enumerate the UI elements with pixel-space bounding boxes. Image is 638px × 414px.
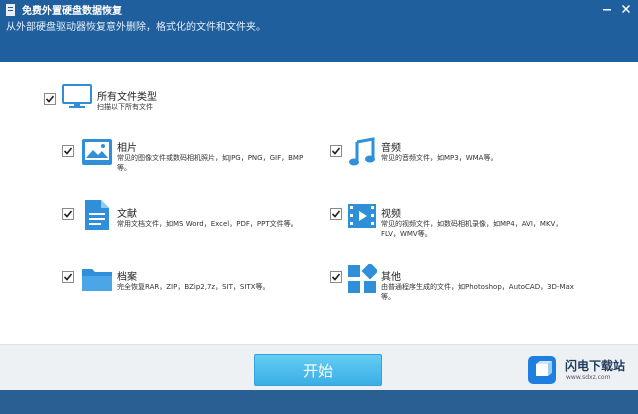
photos-desc: 常见的图像文件或数码相机照片，如JPG，PNG，GIF，BMP等。 — [117, 154, 304, 172]
close-icon — [621, 4, 631, 14]
photos-title: 相片 — [117, 143, 137, 154]
title-bar: 免费外置硬盘数据恢复 从外部硬盘驱动器恢复意外删除，格式化的文件和文件夹。 — [0, 0, 638, 62]
archives-desc: 完全恢复RAR，ZIP，BZip2,7z，SIT，SITX等。 — [117, 283, 270, 291]
documents-title: 文献 — [117, 209, 137, 220]
photos-checkbox[interactable] — [62, 145, 74, 157]
checkmark-icon — [331, 147, 341, 155]
checkmark-icon — [63, 210, 73, 218]
all-types-title: 所有文件类型 — [97, 92, 157, 103]
all-types-desc: 扫描以下所有文件 — [97, 103, 153, 111]
documents-checkbox[interactable] — [62, 208, 74, 220]
app-icon — [6, 4, 15, 16]
monitor-icon — [62, 84, 92, 108]
minimize-button[interactable] — [600, 3, 614, 15]
all-types-checkbox[interactable] — [44, 93, 56, 105]
others-desc: 由普通程序生成的文件，如Photoshop，AutoCAD，3D-Max等。 — [381, 283, 574, 301]
audio-title: 音频 — [381, 143, 401, 154]
minimize-icon — [603, 9, 611, 11]
audio-desc: 常见的音频文件，如MP3，WMA等。 — [381, 154, 498, 162]
watermark-url: www.sdxz.com — [566, 374, 611, 381]
bottom-strip — [0, 390, 638, 414]
others-title: 其他 — [381, 272, 401, 283]
start-button[interactable]: 开始 — [254, 354, 382, 386]
checkmark-icon — [45, 95, 55, 103]
app-title: 免费外置硬盘数据恢复 — [22, 6, 122, 17]
folder-icon — [82, 269, 112, 291]
document-icon — [85, 200, 109, 230]
archives-checkbox[interactable] — [62, 271, 74, 283]
checkmark-icon — [331, 210, 341, 218]
photo-icon — [82, 139, 112, 165]
checkmark-icon — [331, 273, 341, 281]
watermark-name: 闪电下载站 — [565, 359, 626, 373]
video-desc: 常见的视频文件，如数码相机录像，如MP4，AVI，MKV，FLV，WMV等。 — [381, 220, 563, 238]
film-icon — [348, 204, 376, 228]
checkmark-icon — [63, 147, 73, 155]
audio-checkbox[interactable] — [330, 145, 342, 157]
archives-title: 档案 — [117, 272, 137, 283]
checkmark-icon — [63, 273, 73, 281]
documents-desc: 常用文档文件，如MS Word，Excel，PDF，PPT文件等。 — [117, 220, 298, 228]
others-checkbox[interactable] — [330, 271, 342, 283]
watermark-logo — [528, 356, 556, 384]
close-button[interactable] — [619, 3, 633, 15]
grid-icon — [348, 264, 377, 293]
video-title: 视频 — [381, 209, 401, 220]
app-subtitle: 从外部硬盘驱动器恢复意外删除，格式化的文件和文件夹。 — [6, 22, 266, 33]
music-note-icon — [349, 137, 375, 166]
video-checkbox[interactable] — [330, 208, 342, 220]
